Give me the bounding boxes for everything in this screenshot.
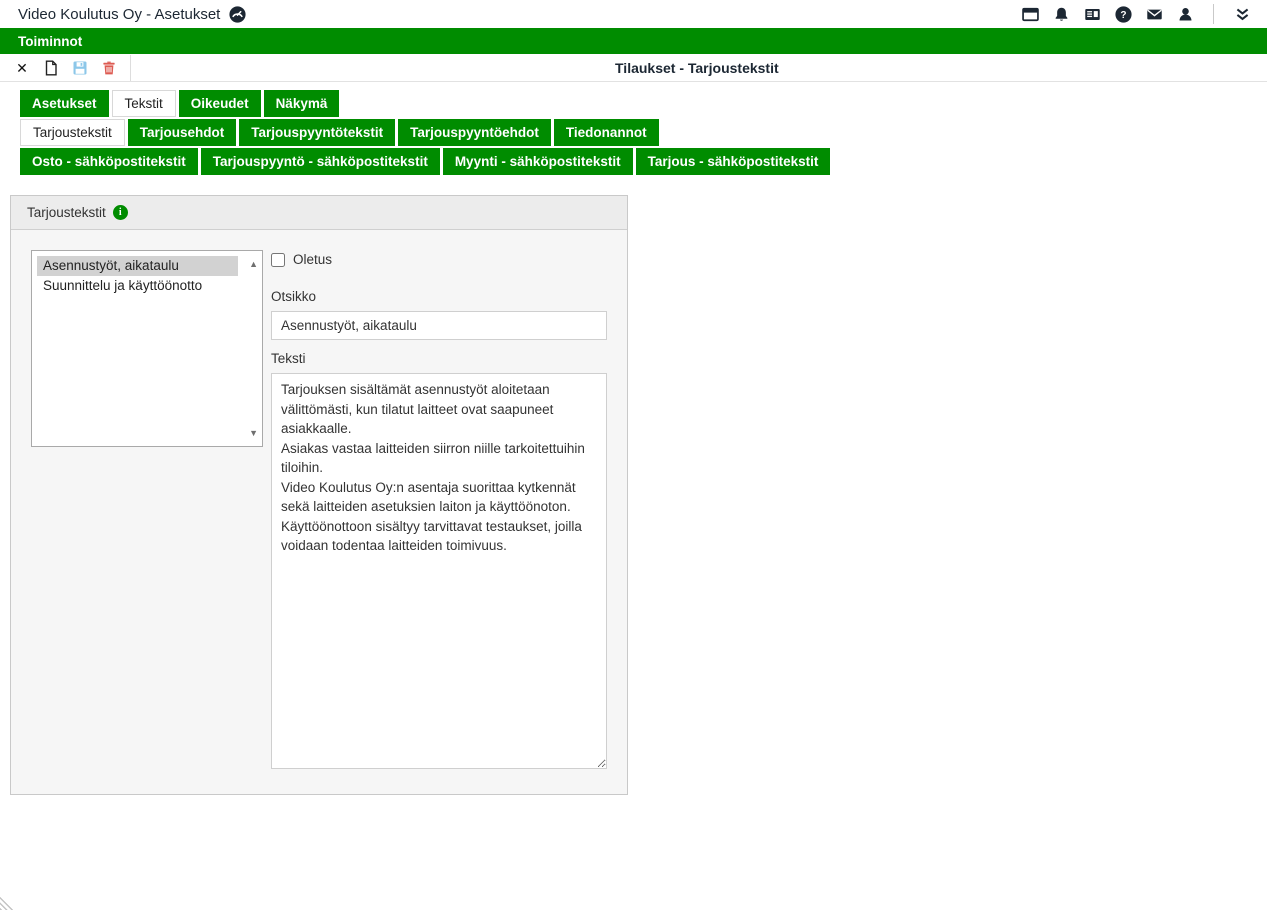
list-item[interactable]: Asennustyöt, aikataulu: [37, 256, 238, 276]
scroll-down-icon[interactable]: ▼: [249, 429, 258, 438]
oletus-label: Oletus: [293, 252, 332, 267]
titlebar-divider: [1213, 4, 1214, 24]
user-icon[interactable]: [1176, 5, 1194, 23]
close-button[interactable]: ✕: [10, 56, 34, 80]
dashboard-icon[interactable]: [228, 5, 246, 23]
titlebar: Video Koulutus Oy - Asetukset: [0, 0, 1267, 28]
new-document-icon: [43, 60, 59, 76]
panel-title: Tarjoustekstit: [27, 205, 106, 220]
corner-artifact: [0, 894, 14, 910]
page-title: Video Koulutus Oy - Asetukset: [18, 6, 220, 23]
toolbar-divider: [130, 55, 131, 81]
teksti-label: Teksti: [271, 351, 607, 366]
tab-tiedonannot[interactable]: Tiedonannot: [554, 119, 659, 146]
tab-oikeudet[interactable]: Oikeudet: [179, 90, 261, 117]
toolbar-title: Tilaukset - Tarjoustekstit: [615, 60, 779, 76]
tab-row-2: Tarjoustekstit Tarjousehdot Tarjouspyynt…: [20, 119, 1267, 146]
oletus-checkbox[interactable]: [271, 253, 285, 267]
tab-tarjouspyyntotekstit[interactable]: Tarjouspyyntötekstit: [239, 119, 395, 146]
list-item[interactable]: Suunnittelu ja käyttöönotto: [37, 276, 238, 296]
trash-icon: [101, 60, 117, 76]
info-icon[interactable]: i: [113, 205, 128, 220]
chevron-double-down-icon[interactable]: [1233, 5, 1251, 23]
tab-tarjouspyyntoehdot[interactable]: Tarjouspyyntöehdot: [398, 119, 551, 146]
mail-icon[interactable]: [1145, 5, 1163, 23]
menu-toiminnot[interactable]: Toiminnot: [18, 34, 82, 49]
tab-osto-sahkopostitekstit[interactable]: Osto - sähköpostitekstit: [20, 148, 198, 175]
menubar: Toiminnot: [0, 28, 1267, 54]
panel-body: Asennustyöt, aikataulu Suunnittelu ja kä…: [11, 230, 627, 794]
delete-button[interactable]: [97, 56, 121, 80]
scroll-up-icon[interactable]: ▲: [249, 260, 258, 269]
window-icon[interactable]: [1021, 5, 1039, 23]
tarjoustekstit-panel: Tarjoustekstit i Asennustyöt, aikataulu …: [10, 195, 628, 795]
tab-tarjousehdot[interactable]: Tarjousehdot: [128, 119, 237, 146]
new-document-button[interactable]: [39, 56, 63, 80]
tab-tarjoustekstit[interactable]: Tarjoustekstit: [20, 119, 125, 146]
help-icon[interactable]: ?: [1114, 5, 1132, 23]
close-icon: ✕: [16, 61, 28, 75]
save-icon: [72, 60, 88, 76]
toolbar: ✕ Tilaukset - Tarjoustekstit: [0, 54, 1267, 82]
tab-myynti-sahkopostitekstit[interactable]: Myynti - sähköpostitekstit: [443, 148, 633, 175]
newspaper-icon[interactable]: [1083, 5, 1101, 23]
text-form: Oletus Otsikko Teksti Tarjouksen sisältä…: [271, 250, 607, 774]
teksti-textarea[interactable]: Tarjouksen sisältämät asennustyöt aloite…: [271, 373, 607, 769]
tab-row-1: Asetukset Tekstit Oikeudet Näkymä: [20, 90, 1267, 117]
tab-asetukset[interactable]: Asetukset: [20, 90, 109, 117]
panel-header: Tarjoustekstit i: [11, 196, 627, 230]
otsikko-input[interactable]: [271, 311, 607, 340]
tab-tarjous-sahkopostitekstit[interactable]: Tarjous - sähköpostitekstit: [636, 148, 831, 175]
tab-row-3: Osto - sähköpostitekstit Tarjouspyyntö -…: [20, 148, 1267, 175]
svg-text:?: ?: [1120, 10, 1126, 21]
otsikko-label: Otsikko: [271, 289, 607, 304]
text-list[interactable]: Asennustyöt, aikataulu Suunnittelu ja kä…: [31, 250, 263, 447]
tab-tarjouspyynto-sahkopostitekstit[interactable]: Tarjouspyyntö - sähköpostitekstit: [201, 148, 440, 175]
bell-icon[interactable]: [1052, 5, 1070, 23]
tab-area: Asetukset Tekstit Oikeudet Näkymä Tarjou…: [20, 90, 1267, 175]
tab-tekstit[interactable]: Tekstit: [112, 90, 176, 117]
tab-nakyma[interactable]: Näkymä: [264, 90, 340, 117]
save-button[interactable]: [68, 56, 92, 80]
